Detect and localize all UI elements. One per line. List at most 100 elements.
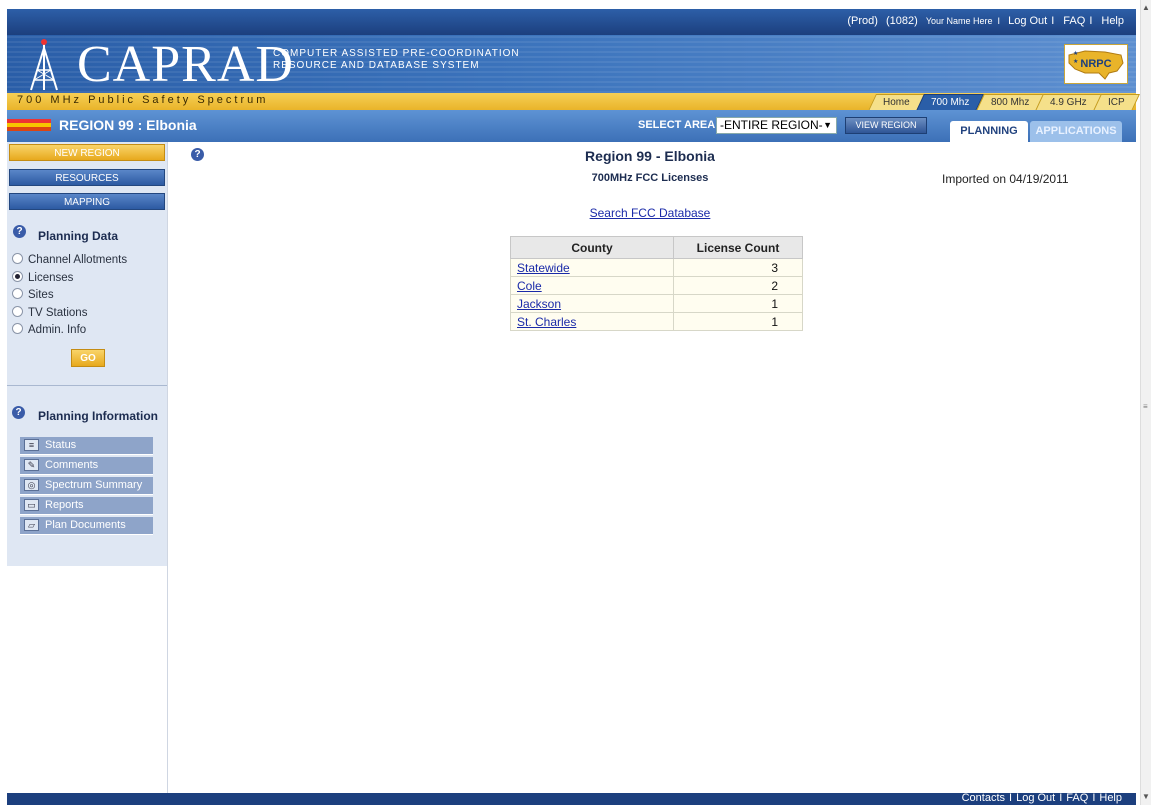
spectrum-tabs: Home 700 Mhz 800 Mhz 4.9 GHz ICP <box>867 93 1140 111</box>
info-item-status[interactable]: ≡ Status <box>20 437 153 455</box>
contacts-link[interactable]: Contacts <box>962 792 1005 804</box>
radio-licenses[interactable]: Licenses <box>12 271 73 284</box>
tab-800-mhz[interactable]: 800 Mhz <box>975 94 1044 111</box>
new-region-button[interactable]: NEW REGION <box>9 144 165 161</box>
info-item-spectrum-summary[interactable]: ◎ Spectrum Summary <box>20 477 153 495</box>
county-cell: Statewide <box>510 258 674 277</box>
separator: I <box>1051 15 1055 27</box>
logo-subtitle: COMPUTER ASSISTED PRE-COORDINATION RESOU… <box>273 48 520 72</box>
footer-logout-link[interactable]: Log Out <box>1016 792 1055 804</box>
spectrum-band: 700 MHz Public Safety Spectrum Home 700 … <box>7 93 1140 111</box>
logout-link[interactable]: Log Out <box>1008 15 1047 27</box>
help-icon[interactable]: ? <box>12 406 25 419</box>
separator: I <box>1009 792 1013 804</box>
county-cell: Jackson <box>510 294 674 313</box>
radio-button[interactable] <box>12 306 23 317</box>
info-item-comments[interactable]: ✎ Comments <box>20 457 153 475</box>
pencil-icon: ✎ <box>24 459 39 471</box>
license-table: County License Count Statewide 3 Cole 2 … <box>510 236 803 331</box>
tab-planning[interactable]: PLANNING <box>950 121 1028 142</box>
sidebar-divider <box>7 385 167 386</box>
info-item-reports[interactable]: ▭ Reports <box>20 497 153 515</box>
radio-tv-stations[interactable]: TV Stations <box>12 306 87 319</box>
license-count-cell: 2 <box>673 276 803 295</box>
nrpc-logo: NRPC ★ ★ <box>1064 44 1128 84</box>
radio-sites[interactable]: Sites <box>12 288 54 301</box>
header-banner: CAPRAD COMPUTER ASSISTED PRE-COORDINATIO… <box>7 35 1136 93</box>
help-icon[interactable]: ? <box>191 148 204 161</box>
caprad-logo: CAPRAD <box>77 36 294 93</box>
top-links: (Prod) (1082) Your Name Here I Log Out I FA… <box>842 15 1124 27</box>
usa-map-icon: NRPC ★ ★ <box>1068 50 1124 80</box>
region-title: REGION 99 : Elbonia <box>59 117 197 133</box>
help-link[interactable]: Help <box>1101 15 1124 27</box>
user-id: (1082) <box>885 15 918 27</box>
table-row: Statewide 3 <box>510 258 803 277</box>
license-count-cell: 1 <box>673 294 803 313</box>
footer-bar: Contacts I Log Out I FAQ I Help <box>7 792 1136 805</box>
tab-4-9-ghz[interactable]: 4.9 GHz <box>1035 94 1102 111</box>
radio-admin-info[interactable]: Admin. Info <box>12 323 86 336</box>
footer-faq-link[interactable]: FAQ <box>1066 792 1088 804</box>
go-button[interactable]: GO <box>71 349 105 367</box>
open-folder-icon: ▱ <box>24 519 39 531</box>
scroll-grip-icon[interactable]: ≡ <box>1143 402 1148 411</box>
search-fcc-link-wrap: Search FCC Database <box>480 206 820 220</box>
search-fcc-database-link[interactable]: Search FCC Database <box>590 206 711 220</box>
county-link[interactable]: St. Charles <box>517 315 576 329</box>
radio-button[interactable] <box>12 253 23 264</box>
top-bar: (Prod) (1082) Your Name Here I Log Out I FA… <box>7 9 1136 35</box>
separator: I <box>1059 792 1063 804</box>
user-name: Your Name Here <box>925 16 993 26</box>
license-count-cell: 3 <box>673 258 803 277</box>
tab-700-mhz[interactable]: 700 Mhz <box>915 94 985 111</box>
nrpc-text: NRPC <box>1080 58 1111 70</box>
region-bar: REGION 99 : Elbonia SELECT AREA: -ENTIRE… <box>7 110 1136 142</box>
table-row: St. Charles 1 <box>510 312 803 331</box>
planning-data-heading: Planning Data <box>38 229 119 243</box>
county-cell: Cole <box>510 276 674 295</box>
svg-text:★: ★ <box>1073 50 1078 57</box>
table-row: Jackson 1 <box>510 294 803 313</box>
info-item-plan-documents[interactable]: ▱ Plan Documents <box>20 517 153 535</box>
area-select-value: -ENTIRE REGION- <box>720 118 823 132</box>
folder-icon: ▭ <box>24 499 39 511</box>
separator: I <box>997 16 1001 26</box>
content-divider <box>167 142 168 793</box>
scroll-down-arrow-icon[interactable]: ▼ <box>1142 792 1150 801</box>
logo-subtitle-line-1: COMPUTER ASSISTED PRE-COORDINATION <box>273 48 520 59</box>
planning-information-heading: Planning Information <box>38 409 158 423</box>
environment-label: (Prod) <box>847 15 878 27</box>
column-header-county: County <box>510 236 674 259</box>
county-link[interactable]: Jackson <box>517 297 561 311</box>
sidebar: NEW REGION RESOURCES MAPPING ? Planning … <box>7 142 167 566</box>
mapping-button[interactable]: MAPPING <box>9 193 165 210</box>
resources-button[interactable]: RESOURCES <box>9 169 165 186</box>
license-count-cell: 1 <box>673 312 803 331</box>
import-date: Imported on 04/19/2011 <box>942 172 1069 186</box>
county-link[interactable]: Statewide <box>517 261 570 275</box>
footer-links: Contacts I Log Out I FAQ I Help <box>962 792 1122 804</box>
spectrum-title: 700 MHz Public Safety Spectrum <box>17 94 269 106</box>
footer-help-link[interactable]: Help <box>1099 792 1122 804</box>
county-cell: St. Charles <box>510 312 674 331</box>
page-title: Region 99 - Elbonia <box>585 148 715 164</box>
radio-button[interactable] <box>12 288 23 299</box>
radio-button-selected[interactable] <box>12 271 23 282</box>
chevron-down-icon: ▼ <box>823 120 832 130</box>
table-header-row: County License Count <box>510 236 803 259</box>
region-flag-icon <box>7 119 51 131</box>
view-region-button[interactable]: VIEW REGION <box>845 117 927 134</box>
select-area-label: SELECT AREA: <box>638 119 719 131</box>
tab-applications[interactable]: APPLICATIONS <box>1030 121 1122 142</box>
scroll-up-arrow-icon[interactable]: ▲ <box>1142 3 1150 12</box>
radio-button[interactable] <box>12 323 23 334</box>
county-link[interactable]: Cole <box>517 279 542 293</box>
radio-channel-allotments[interactable]: Channel Allotments <box>12 253 127 266</box>
column-header-license-count: License Count <box>673 236 803 259</box>
tab-icp[interactable]: ICP <box>1093 94 1140 111</box>
help-icon[interactable]: ? <box>13 225 26 238</box>
faq-link[interactable]: FAQ <box>1063 15 1085 27</box>
disc-icon: ◎ <box>24 479 39 491</box>
area-select[interactable]: -ENTIRE REGION- ▼ <box>716 117 837 134</box>
